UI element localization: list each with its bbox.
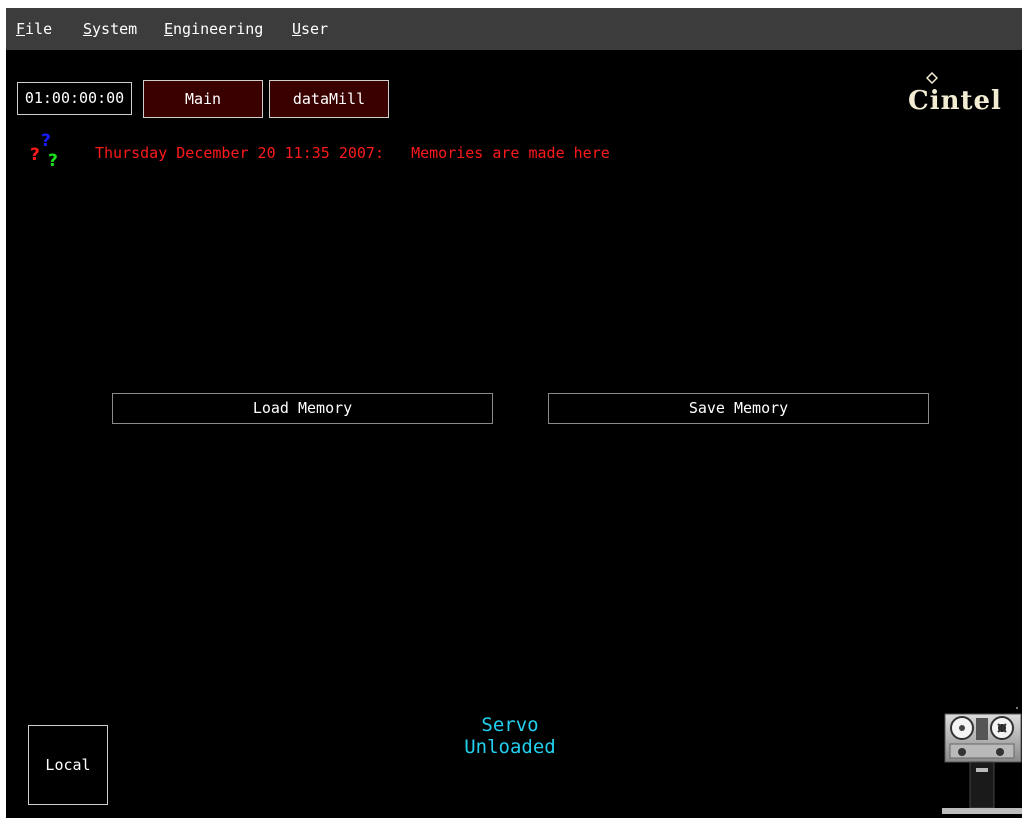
telecine-machine-icon[interactable] (942, 712, 1022, 814)
window-left-border (0, 0, 6, 818)
menu-bar: File System Engineering User (6, 8, 1022, 50)
status-datetime: Thursday December 20 11:35 2007: (95, 144, 384, 162)
servo-status-line1: Servo (481, 714, 539, 736)
save-memory-button[interactable]: Save Memory (548, 393, 929, 424)
status-message: Memories are made here (411, 144, 610, 162)
corner-mark (1016, 707, 1018, 709)
local-button[interactable]: Local (28, 725, 108, 805)
svg-text:?: ? (30, 145, 40, 165)
question-marks-icon[interactable]: ? ? ? (28, 130, 68, 170)
timecode-display[interactable]: 01:00:00:00 (17, 82, 132, 115)
servo-status: Servo Unloaded (440, 714, 580, 758)
svg-text:?: ? (48, 151, 58, 170)
datamill-button[interactable]: dataMill (269, 80, 389, 118)
load-memory-button[interactable]: Load Memory (112, 393, 493, 424)
menu-system[interactable]: System (83, 20, 137, 38)
window-top-border (0, 0, 1022, 8)
menu-engineering[interactable]: Engineering (164, 20, 263, 38)
logo-diamond-icon (926, 72, 938, 84)
menu-user[interactable]: User (292, 20, 328, 38)
svg-text:?: ? (41, 131, 51, 151)
menu-file[interactable]: File (16, 20, 52, 38)
cintel-logo: Cintel (908, 86, 1002, 116)
servo-status-line2: Unloaded (464, 736, 556, 758)
main-button[interactable]: Main (143, 80, 263, 118)
status-line: Thursday December 20 11:35 2007: Memorie… (95, 144, 610, 162)
